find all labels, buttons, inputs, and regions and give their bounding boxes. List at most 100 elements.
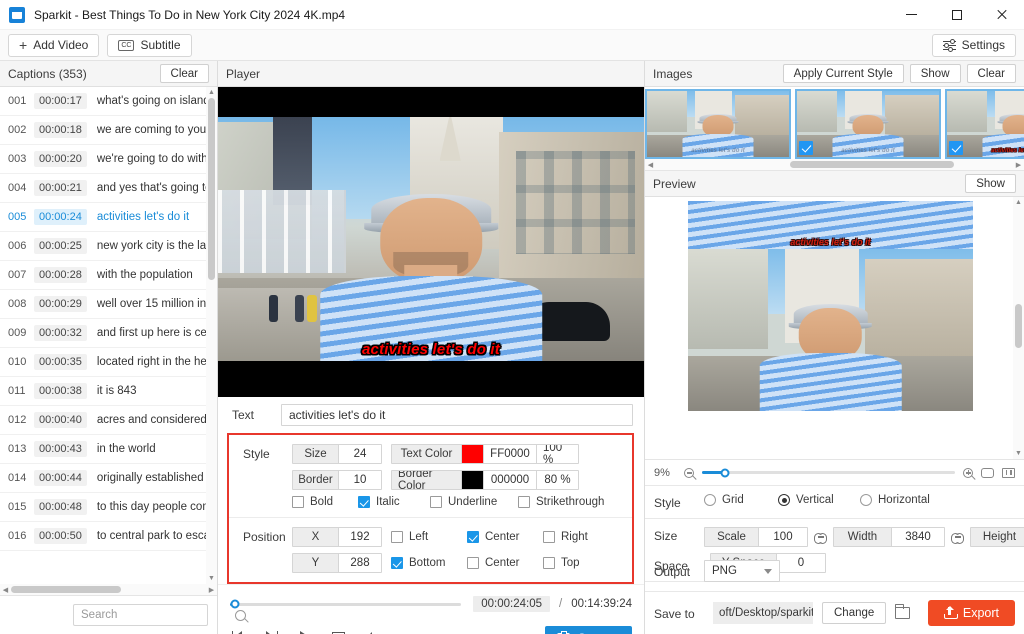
thumbs-scroll-right-icon[interactable]: ▶ (1013, 159, 1024, 170)
checkbox-underline[interactable]: Underline (430, 496, 518, 508)
thumbs-hscroll-track[interactable] (656, 159, 1013, 170)
seek-handle[interactable] (230, 599, 240, 609)
next-frame-button[interactable] (263, 629, 281, 634)
fit-page-icon[interactable] (981, 467, 994, 478)
zoom-out-icon[interactable] (684, 467, 694, 478)
preview-scroll-down-icon[interactable]: ▼ (1013, 448, 1024, 459)
images-show-button[interactable]: Show (909, 64, 961, 83)
border-width-value[interactable]: 10 (339, 471, 381, 489)
border-width-field[interactable]: Border 10 (292, 470, 382, 490)
preview-scroll-up-icon[interactable]: ▲ (1013, 197, 1024, 208)
align-left[interactable]: Left (391, 531, 467, 543)
width-value[interactable]: 3840 (892, 528, 944, 546)
scroll-down-icon[interactable]: ▼ (206, 573, 217, 584)
images-clear-button[interactable]: Clear (966, 64, 1016, 83)
text-color-hex[interactable]: FF0000 (484, 445, 536, 463)
position-y-value[interactable]: 288 (339, 554, 381, 572)
apply-current-style-button[interactable]: Apply Current Style (782, 64, 904, 83)
thumbs-scroll-left-icon[interactable]: ◀ (645, 159, 656, 170)
border-color-hex[interactable]: 000000 (484, 471, 536, 489)
checkbox-strikethrough[interactable]: Strikethrough (518, 496, 604, 508)
search-box[interactable] (73, 604, 246, 626)
caption-row[interactable]: 013 00:00:43 in the world (0, 435, 206, 464)
export-button[interactable]: Export (927, 600, 1015, 626)
preview-area[interactable]: activities let's do it ▲ ▼ (645, 197, 1024, 460)
text-color-swatch[interactable] (462, 445, 484, 463)
scale-field[interactable]: Scale 100 (704, 527, 808, 547)
captions-vscroll-track[interactable] (206, 98, 217, 573)
caption-row[interactable]: 002 00:00:18 we are coming to you \N (0, 116, 206, 145)
preview-vscroll-track[interactable] (1013, 208, 1024, 448)
caption-row[interactable]: 003 00:00:20 we're going to do with th (0, 145, 206, 174)
output-format-select[interactable]: PNG (704, 560, 780, 582)
caption-row[interactable]: 009 00:00:32 and first up here is centra (0, 319, 206, 348)
caption-row[interactable]: 007 00:00:28 with the population (0, 261, 206, 290)
position-x-field[interactable]: X 192 (292, 527, 382, 547)
maximize-button[interactable] (934, 0, 979, 30)
scale-value[interactable]: 100 (759, 528, 807, 546)
volume-icon[interactable] (362, 629, 380, 634)
captions-hscroll-thumb[interactable] (11, 586, 121, 593)
image-thumbnail[interactable]: activities let's do it (645, 89, 791, 159)
search-input[interactable] (81, 609, 235, 621)
caption-row[interactable]: 004 00:00:21 and yes that's going to in (0, 174, 206, 203)
align-center[interactable]: Center (467, 557, 543, 569)
thumbnail-checkbox[interactable] (799, 141, 813, 155)
thumbnails-horizontal-scrollbar[interactable]: ◀ ▶ (645, 159, 1024, 170)
scroll-up-icon[interactable]: ▲ (206, 87, 217, 98)
position-y-field[interactable]: Y 288 (292, 553, 382, 573)
previous-frame-button[interactable] (230, 629, 248, 634)
captions-horizontal-scrollbar[interactable]: ◀ ▶ (0, 584, 217, 595)
caption-row[interactable]: 001 00:00:17 what's going on island h (0, 87, 206, 116)
video-viewport[interactable]: activities let's do it (218, 87, 644, 397)
fit-width-icon[interactable] (1002, 467, 1015, 478)
thumbnail-checkbox[interactable] (949, 141, 963, 155)
caption-row[interactable]: 012 00:00:40 acres and considered one (0, 406, 206, 435)
captions-vscroll-thumb[interactable] (208, 98, 215, 280)
close-button[interactable] (979, 0, 1024, 30)
link-scale-width-icon[interactable] (814, 532, 827, 544)
text-color-opacity[interactable]: 100 % (536, 445, 578, 463)
caption-row[interactable]: 008 00:00:29 well over 15 million in the (0, 290, 206, 319)
zoom-handle[interactable] (720, 468, 730, 477)
image-thumbnail[interactable]: activities let's do it (945, 89, 1024, 159)
captions-clear-button[interactable]: Clear (159, 64, 209, 83)
captions-hscroll-track[interactable] (11, 584, 206, 595)
zoom-in-icon[interactable] (963, 467, 973, 478)
scroll-left-icon[interactable]: ◀ (0, 584, 11, 595)
folder-icon[interactable] (894, 604, 911, 619)
radio-horizontal[interactable]: Horizontal (860, 494, 942, 506)
caption-row[interactable]: 006 00:00:25 new york city is the large (0, 232, 206, 261)
caption-row[interactable]: 016 00:00:50 to central park to escape (0, 522, 206, 551)
caption-row[interactable]: 011 00:00:38 it is 843 (0, 377, 206, 406)
change-folder-button[interactable]: Change (822, 602, 887, 624)
seek-slider[interactable] (230, 599, 462, 609)
border-color-swatch[interactable] (462, 471, 484, 489)
thumbs-hscroll-thumb[interactable] (790, 161, 954, 168)
image-thumbnail[interactable]: activities let's do it (795, 89, 941, 159)
border-color-field[interactable]: Border Color 000000 80 % (391, 470, 579, 490)
align-bottom[interactable]: Bottom (391, 557, 467, 569)
settings-button[interactable]: Settings (931, 33, 1016, 57)
caption-row[interactable]: 010 00:00:35 located right in the heart (0, 348, 206, 377)
text-color-field[interactable]: Text Color FF0000 100 % (391, 444, 579, 464)
subtitle-button[interactable]: CC Subtitle (107, 33, 192, 57)
play-button[interactable] (296, 629, 314, 634)
caption-row[interactable]: 005 00:00:24 activities let's do it (0, 203, 206, 232)
align-right[interactable]: Right (543, 531, 619, 543)
captions-vertical-scrollbar[interactable]: ▲ ▼ (206, 87, 217, 584)
preview-vertical-scrollbar[interactable]: ▲ ▼ (1013, 197, 1024, 459)
checkbox-bold[interactable]: Bold (292, 496, 358, 508)
zoom-slider[interactable] (702, 468, 955, 477)
save-path-field[interactable]: oft/Desktop/sparkit (713, 602, 813, 624)
height-field[interactable]: Height 12960 (970, 527, 1024, 547)
link-width-height-icon[interactable] (951, 532, 964, 544)
border-color-opacity[interactable]: 80 % (536, 471, 578, 489)
width-field[interactable]: Width 3840 (833, 527, 945, 547)
checkbox-italic[interactable]: Italic (358, 496, 430, 508)
font-size-value[interactable]: 24 (339, 445, 381, 463)
subtitle-text-input[interactable] (281, 404, 633, 426)
add-video-button[interactable]: + Add Video (8, 33, 100, 57)
scroll-right-icon[interactable]: ▶ (206, 584, 217, 595)
radio-grid[interactable]: Grid (704, 494, 778, 506)
